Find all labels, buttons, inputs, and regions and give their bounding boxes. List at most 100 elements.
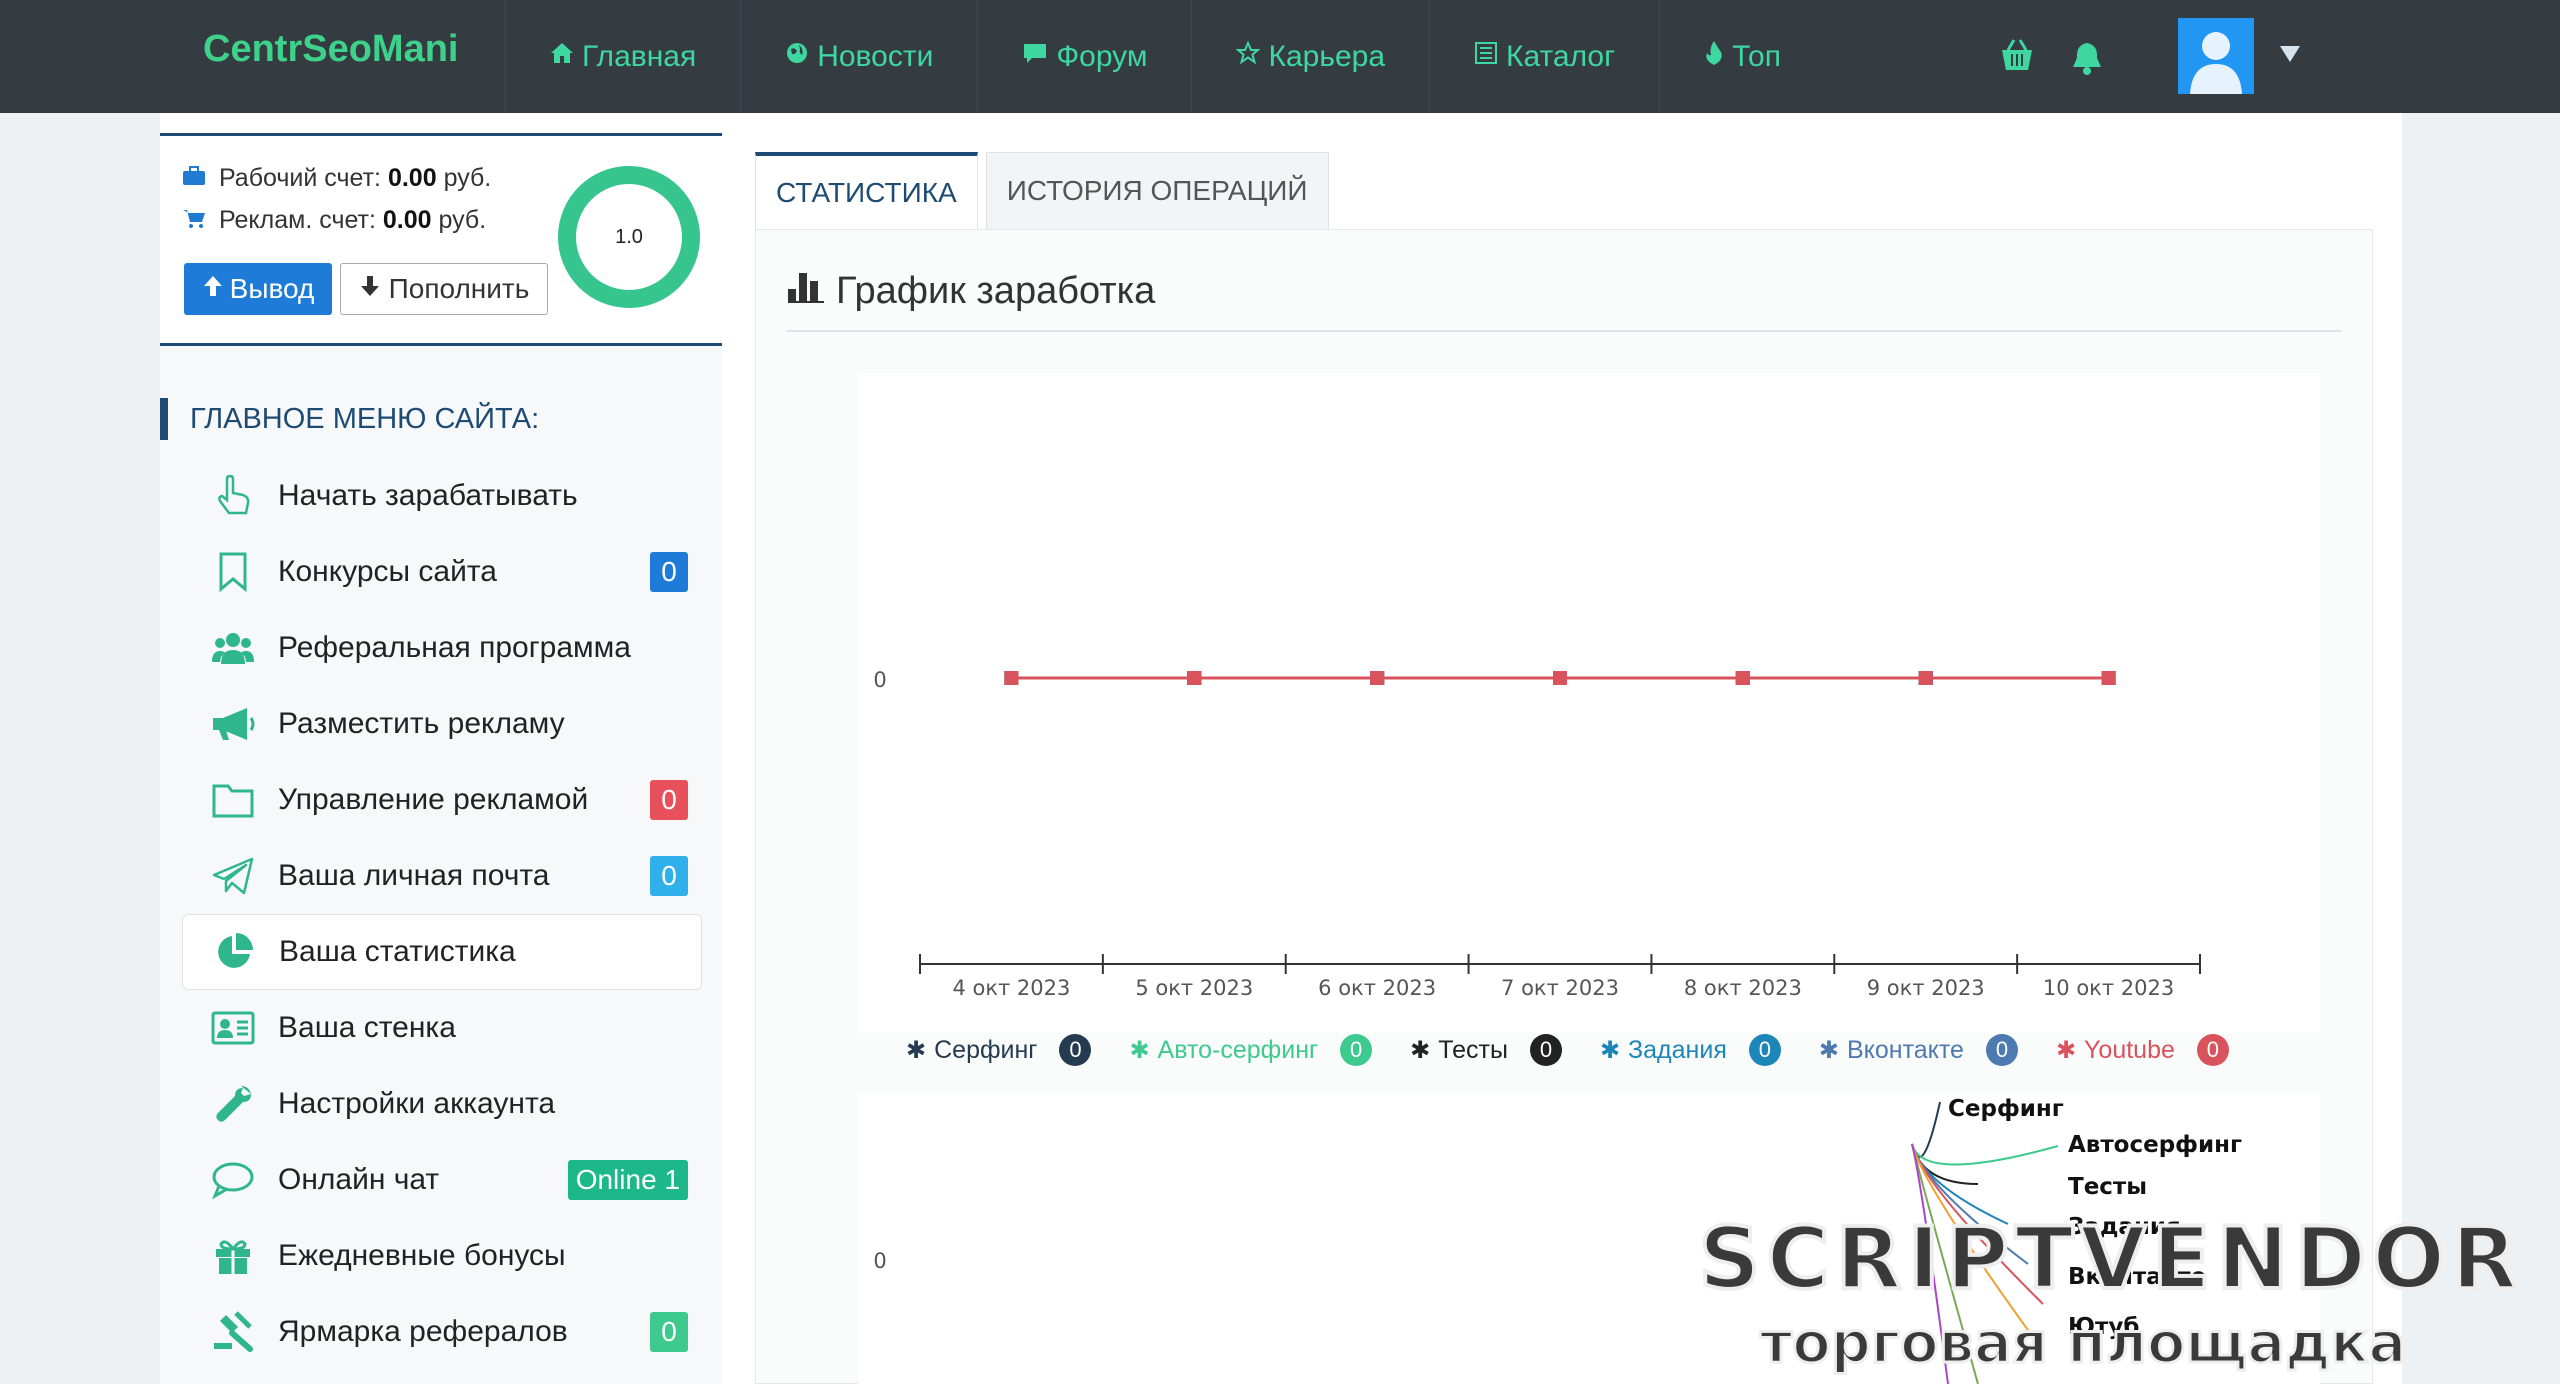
menu-item-settings[interactable]: Настройки аккаунта — [182, 1066, 702, 1142]
menu-item-chat[interactable]: Онлайн чат Online 1 — [182, 1142, 702, 1218]
legend-count: 0 — [2196, 1034, 2229, 1066]
menu-label: Начать зарабатывать — [278, 479, 578, 512]
withdraw-label: Вывод — [229, 273, 315, 304]
slice-label: Автосерфинг — [2068, 1132, 2242, 1158]
globe-icon — [785, 41, 809, 72]
rating-value: 1.0 — [615, 225, 643, 248]
arrow-up-icon — [202, 273, 224, 305]
fire-icon — [1704, 40, 1724, 73]
menu-item-mail[interactable]: Ваша личная почта 0 — [182, 838, 702, 914]
legend-label: Вконтакте — [1846, 1035, 1964, 1064]
legend-item[interactable]: ✱ Серфинг 0 — [906, 1034, 1092, 1066]
data-point — [2101, 671, 2116, 685]
chat-online-badge: Online 1 — [567, 1160, 688, 1200]
star-icon — [1235, 40, 1262, 72]
tab-history[interactable]: ИСТОРИЯ ОПЕРАЦИЙ — [985, 152, 1329, 230]
chevron-down-icon[interactable] — [2280, 46, 2300, 62]
user-avatar[interactable] — [2178, 18, 2254, 94]
top-navbar: CentrSeoMani Главная Новости Форум Карье… — [0, 0, 2560, 113]
cart-small-icon — [182, 206, 213, 234]
legend-item[interactable]: ✱ Авто-серфинг 0 — [1129, 1034, 1373, 1066]
x-tick-label: 6 окт 2023 — [1318, 976, 1436, 1000]
topup-label: Пополнить — [388, 273, 530, 304]
wrench-icon — [210, 1084, 256, 1124]
menu-label: Ваша статистика — [279, 935, 516, 968]
nav-label: Карьера — [1268, 39, 1385, 73]
list-icon — [1474, 41, 1498, 72]
brand-logo[interactable]: CentrSeoMani — [203, 28, 458, 71]
legend-item[interactable]: ✱ Задания 0 — [1600, 1034, 1781, 1066]
sidebar: Рабочий счет: 0.00 руб. Реклам. счет: 0.… — [160, 133, 722, 1384]
legend-count: 0 — [1059, 1034, 1092, 1066]
menu-label: Ваша стенка — [278, 1011, 456, 1044]
menu-label: Управление рекламой — [278, 783, 589, 816]
data-point — [1553, 671, 1567, 685]
legend-count: 0 — [1748, 1034, 1781, 1066]
x-tick-label: 8 окт 2023 — [1684, 976, 1802, 1000]
menu-label: Ярмарка рефералов — [278, 1315, 568, 1348]
data-point — [1735, 671, 1750, 685]
menu-label: Онлайн чат — [278, 1163, 440, 1196]
menu-item-bonuses[interactable]: Ежедневные бонусы — [182, 1218, 702, 1294]
nav-label: Новости — [817, 39, 934, 73]
x-tick-label: 5 окт 2023 — [1135, 976, 1253, 1000]
menu-item-statistics[interactable]: Ваша статистика — [182, 914, 702, 990]
divider — [786, 330, 2342, 332]
legend-label: Серфинг — [934, 1035, 1038, 1064]
id-card-icon — [210, 1008, 256, 1048]
panel-title-text: График заработка — [836, 270, 1156, 312]
legend-item[interactable]: ✱ Youtube 0 — [2056, 1034, 2229, 1066]
earnings-chart-svg: 0 4 окт 2023 5 окт 2023 6 окт 2023 7 окт 202… — [873, 668, 2201, 1000]
watermark-title: SCRIPTVENDOR — [1699, 1212, 2524, 1309]
x-tick-label: 10 окт 2023 — [2043, 976, 2174, 1000]
menu-item-referral[interactable]: Реферальная программа — [182, 610, 702, 686]
slice-label: Серфинг — [1948, 1096, 2064, 1122]
x-tick-label: 7 окт 2023 — [1501, 976, 1619, 1000]
wallet-block: Рабочий счет: 0.00 руб. Реклам. счет: 0.… — [160, 136, 722, 346]
menu-label: Разместить рекламу — [278, 707, 565, 740]
nav-forum[interactable]: Форум — [977, 0, 1191, 113]
legend-item[interactable]: ✱ Вконтакте 0 — [1819, 1034, 2018, 1066]
legend-count: 0 — [1985, 1034, 2018, 1066]
nav-top[interactable]: Топ — [1659, 0, 1825, 113]
chat-bubble-icon — [210, 1160, 256, 1200]
nav-catalog[interactable]: Каталог — [1429, 0, 1659, 113]
earnings-chart: 0 4 окт 2023 5 окт 2023 6 окт 2023 7 окт 202… — [858, 373, 2320, 1033]
menu-item-wall[interactable]: Ваша стенка — [182, 990, 702, 1066]
ads-balance-label: Реклам. счет: — [218, 206, 376, 234]
data-point — [1004, 671, 1019, 685]
nav-label: Главная — [582, 39, 697, 73]
work-balance: Рабочий счет: 0.00 руб. — [182, 164, 491, 193]
withdraw-button[interactable]: Вывод — [184, 263, 332, 315]
menu-item-start-earning[interactable]: Начать зарабатывать — [182, 458, 702, 534]
topup-button[interactable]: Пополнить — [340, 263, 548, 315]
ads-balance-currency: руб. — [438, 206, 487, 234]
nav-news[interactable]: Новости — [740, 0, 977, 113]
referral-market-badge: 0 — [650, 1312, 688, 1352]
menu-heading: ГЛАВНОЕ МЕНЮ САЙТА: — [160, 398, 539, 440]
manage-ads-badge: 0 — [650, 780, 688, 820]
nav-career[interactable]: Карьера — [1191, 0, 1429, 113]
data-point — [1918, 671, 1933, 685]
asterisk-icon: ✱ — [906, 1036, 927, 1064]
menu-item-contests[interactable]: Конкурсы сайта 0 — [182, 534, 702, 610]
connector-line — [1911, 1143, 2059, 1166]
legend-item[interactable]: ✱ Тесты 0 — [1410, 1034, 1562, 1066]
data-point — [1187, 671, 1202, 685]
menu-item-referral-market[interactable]: Ярмарка рефералов 0 — [182, 1294, 702, 1370]
nav-home[interactable]: Главная — [505, 0, 740, 113]
tab-statistics[interactable]: СТАТИСТИКА — [755, 152, 978, 230]
nav-label: Каталог — [1506, 39, 1616, 73]
arrow-down-icon — [359, 273, 381, 305]
bell-icon[interactable] — [2071, 40, 2103, 76]
paper-plane-icon — [210, 856, 256, 896]
menu-item-manage-ads[interactable]: Управление рекламой 0 — [182, 762, 702, 838]
briefcase-icon — [182, 164, 213, 192]
menu-label: Конкурсы сайта — [278, 555, 497, 588]
menu-item-place-ads[interactable]: Разместить рекламу — [182, 686, 702, 762]
cart-icon[interactable] — [1998, 38, 2036, 74]
watermark-subtitle: торговая площадка — [1760, 1311, 2406, 1376]
asterisk-icon: ✱ — [1410, 1036, 1431, 1064]
legend-count: 0 — [1529, 1034, 1562, 1066]
ads-balance: Реклам. счет: 0.00 руб. — [182, 206, 486, 235]
